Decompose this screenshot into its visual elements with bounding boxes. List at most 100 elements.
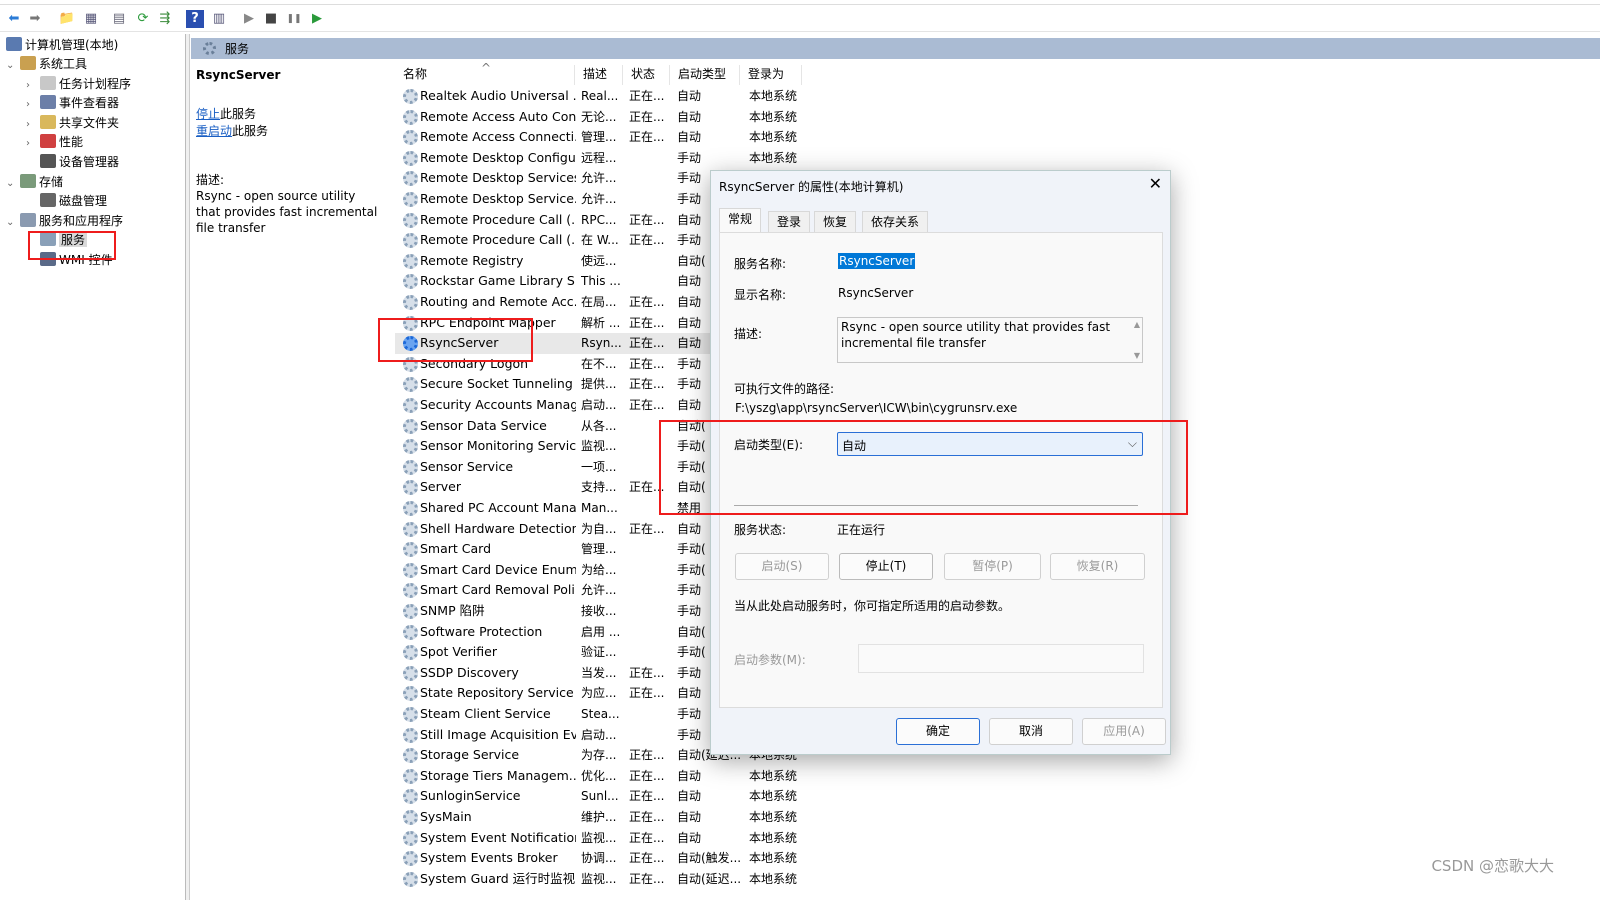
tab-recovery[interactable]: 恢复: [814, 211, 857, 233]
cancel-button[interactable]: 取消: [989, 718, 1073, 745]
apply-button[interactable]: 应用(A): [1082, 718, 1166, 745]
chevron-down-icon[interactable]: ⌄: [6, 56, 20, 75]
chevron-right-icon[interactable]: ›: [26, 115, 40, 134]
service-row[interactable]: System Events Broker 协调... 正在... 自动(触发... 本地…: [395, 848, 815, 869]
scroll-up-icon[interactable]: ▲: [1134, 320, 1140, 329]
service-description: 解析 ...: [581, 315, 621, 330]
stop-button[interactable]: 停止(T): [839, 553, 933, 580]
column-header-logon-as[interactable]: 登录为: [740, 65, 802, 85]
service-status: 正在...: [629, 212, 665, 227]
service-description: 管理...: [581, 542, 617, 557]
start-button[interactable]: 启动(S): [735, 553, 829, 580]
action-pane-icon[interactable]: ▥: [210, 10, 228, 28]
gear-icon: [403, 501, 418, 516]
service-row[interactable]: Remote Desktop Configu... 远程... 手动 本地系统: [395, 148, 815, 169]
service-description: Stea...: [581, 707, 620, 721]
service-status: 正在...: [629, 315, 665, 330]
tab-logon[interactable]: 登录: [768, 211, 811, 233]
service-startup-type: 自动: [677, 130, 702, 145]
resume-button[interactable]: 恢复(R): [1050, 553, 1145, 580]
tree-item[interactable]: › 性能: [26, 133, 83, 152]
service-name: Remote Desktop Services: [420, 170, 576, 186]
service-startup-type: 自动(延迟...: [677, 871, 742, 886]
service-startup-type: 自动(触发...: [677, 851, 742, 866]
service-row[interactable]: Realtek Audio Universal ... Real... 正在... 自…: [395, 86, 815, 107]
service-name: Realtek Audio Universal ...: [420, 88, 576, 103]
service-row[interactable]: SysMain 维护... 正在... 自动 本地系统: [395, 807, 815, 828]
properties-icon[interactable]: ▤: [110, 10, 128, 28]
service-status-value: 正在运行: [837, 523, 886, 537]
tree-item[interactable]: ⌄ 系统工具: [6, 55, 87, 74]
tab-dependencies[interactable]: 依存关系: [862, 211, 929, 233]
description-box[interactable]: Rsync - open source utility that provide…: [837, 317, 1143, 363]
service-description: 一项...: [581, 459, 617, 474]
export-list-icon[interactable]: ⇶: [156, 10, 174, 28]
service-name: State Repository Service: [420, 685, 574, 701]
restart-service-link[interactable]: 重启动: [196, 124, 232, 138]
play-icon[interactable]: ▶: [240, 10, 258, 28]
service-name: Remote Desktop Configu...: [420, 149, 576, 165]
column-header-description[interactable]: 描述: [575, 65, 623, 85]
service-row[interactable]: System Event Notification... 监视... 正在... 自动…: [395, 828, 815, 849]
chevron-right-icon[interactable]: ›: [26, 76, 40, 95]
gear-icon: [403, 130, 418, 146]
stop-service-link[interactable]: 停止: [196, 107, 220, 121]
tree-item[interactable]: › 事件查看器: [26, 94, 119, 113]
service-row[interactable]: Remote Access Connecti... 管理... 正在... 自动 本地系…: [395, 127, 815, 148]
service-description: Rsyn...: [581, 336, 622, 351]
service-logon: 本地系统: [749, 109, 798, 124]
tree-item[interactable]: ⌄ 存储: [6, 173, 63, 192]
service-description: Sunl...: [581, 789, 619, 804]
service-status: 正在...: [629, 377, 665, 392]
service-name: Still Image Acquisition Ev...: [420, 726, 576, 742]
service-row[interactable]: SunloginService Sunl... 正在... 自动 本地系统: [395, 786, 815, 807]
service-status: 正在...: [629, 768, 665, 783]
scroll-down-icon[interactable]: ▼: [1134, 351, 1140, 360]
show-hide-tree-icon[interactable]: ▦: [82, 10, 100, 28]
tree-item[interactable]: › 任务计划程序: [26, 75, 131, 94]
chevron-down-icon[interactable]: ⌄: [6, 174, 20, 193]
pause-button[interactable]: 暂停(P): [944, 553, 1041, 580]
service-name-value[interactable]: RsyncServer: [838, 253, 916, 269]
service-name: Remote Access Auto Con...: [420, 108, 576, 124]
up-folder-icon[interactable]: 📁: [58, 10, 76, 28]
service-row[interactable]: Storage Tiers Managem... 优化... 正在... 自动 本地系统: [395, 766, 815, 787]
service-logon: 本地系统: [749, 789, 798, 804]
description-text: Rsync - open source utility that provide…: [841, 320, 1111, 350]
service-row[interactable]: Remote Access Auto Con... 无论... 正在... 自动 本地系…: [395, 107, 815, 128]
chevron-right-icon[interactable]: ›: [26, 134, 40, 153]
tree-root[interactable]: 计算机管理(本地): [6, 36, 118, 55]
description-text: Rsync - open source utility that provide…: [196, 189, 378, 235]
resume-icon[interactable]: ▶: [308, 10, 326, 28]
chevron-right-icon[interactable]: ›: [26, 95, 40, 114]
tree-node-icon: [40, 154, 56, 168]
gear-icon: [403, 583, 418, 599]
ok-button[interactable]: 确定: [896, 718, 980, 745]
tree-item[interactable]: 磁盘管理: [26, 192, 107, 211]
service-logon: 本地系统: [749, 830, 798, 845]
chevron-down-icon[interactable]: ⌄: [6, 213, 20, 232]
column-header-status[interactable]: 状态: [623, 65, 670, 85]
pause-icon[interactable]: ❚❚: [285, 10, 303, 28]
pane-splitter[interactable]: [186, 34, 190, 900]
refresh-icon[interactable]: ⟳: [134, 10, 152, 28]
back-arrow-icon[interactable]: ⬅: [5, 10, 23, 28]
service-row[interactable]: System Guard 运行时监视... 监视... 正在... 自动(延迟... 本…: [395, 869, 815, 890]
service-description: Man...: [581, 501, 618, 515]
forward-arrow-icon[interactable]: ➡: [26, 10, 44, 28]
column-header-name[interactable]: 名称 ^: [395, 61, 575, 85]
stop-icon[interactable]: ■: [262, 10, 280, 28]
tree-item[interactable]: ⌄ 服务和应用程序: [6, 212, 123, 231]
service-description: 提供...: [581, 377, 617, 392]
service-description: 启动...: [581, 727, 617, 742]
service-name: Smart Card Device Enum...: [420, 561, 576, 577]
column-header-startup-type[interactable]: 启动类型: [670, 65, 740, 85]
tab-general[interactable]: 常规: [719, 208, 762, 233]
tree-item[interactable]: › 共享文件夹: [26, 114, 119, 133]
tree-item[interactable]: 设备管理器: [26, 153, 119, 172]
display-name-value: RsyncServer: [838, 286, 914, 300]
close-icon[interactable]: ✕: [1149, 174, 1162, 193]
gear-icon: [403, 377, 418, 393]
help-icon[interactable]: ?: [186, 10, 204, 28]
start-params-input[interactable]: [858, 644, 1144, 673]
